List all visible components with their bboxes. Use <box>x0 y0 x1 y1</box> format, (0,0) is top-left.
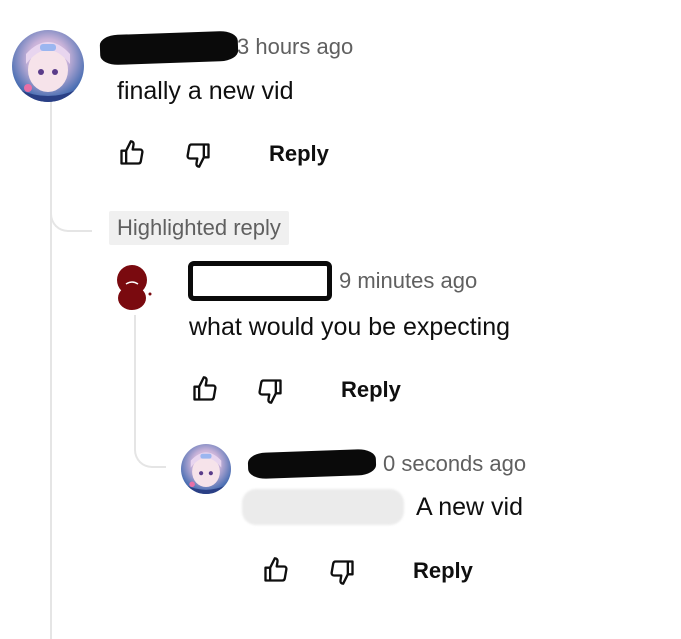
red-blob-avatar-art <box>117 265 152 310</box>
like-button[interactable] <box>118 139 146 167</box>
reply1-timestamp: 9 minutes ago <box>339 268 478 293</box>
comment-timestamp: 3 hours ago <box>237 34 354 59</box>
comment-text: finally a new vid <box>117 77 294 105</box>
reply1-reply-button[interactable]: Reply <box>341 377 401 403</box>
anime-avatar-art <box>20 42 76 102</box>
reply1-username-redacted <box>188 261 332 301</box>
thumbs-down-icon <box>186 143 210 168</box>
thumbs-up-icon <box>264 557 288 582</box>
reply1-avatar[interactable] <box>108 262 158 312</box>
anime-avatar-art <box>186 452 226 494</box>
commenter-username-redacted <box>99 30 239 66</box>
thread-line-main <box>50 100 52 639</box>
reply2-mention-redacted <box>242 489 404 525</box>
reply2-avatar[interactable] <box>181 444 231 494</box>
reply2-text: A new vid <box>416 493 524 521</box>
thumbs-up-icon <box>193 376 217 401</box>
reply2-timestamp: 0 seconds ago <box>383 451 527 476</box>
thumbs-up-icon <box>120 140 144 165</box>
reply2-username-redacted <box>247 448 377 480</box>
thumbs-down-icon <box>258 379 282 404</box>
commenter-avatar[interactable] <box>12 30 84 102</box>
thread-curve-highlight <box>50 190 92 232</box>
highlighted-reply-badge: Highlighted reply <box>109 211 289 245</box>
reply2-like-button[interactable] <box>262 556 290 584</box>
dislike-button[interactable] <box>184 141 212 169</box>
reply1-like-button[interactable] <box>191 375 219 403</box>
reply2-dislike-button[interactable] <box>328 558 356 586</box>
reply-button[interactable]: Reply <box>269 141 329 167</box>
thread-curve-nested <box>134 430 166 468</box>
reply1-dislike-button[interactable] <box>256 377 284 405</box>
reply2-reply-button[interactable]: Reply <box>413 558 473 584</box>
reply1-text: what would you be expecting <box>189 313 511 341</box>
thumbs-down-icon <box>330 560 354 585</box>
thread-line-reply <box>134 315 136 435</box>
